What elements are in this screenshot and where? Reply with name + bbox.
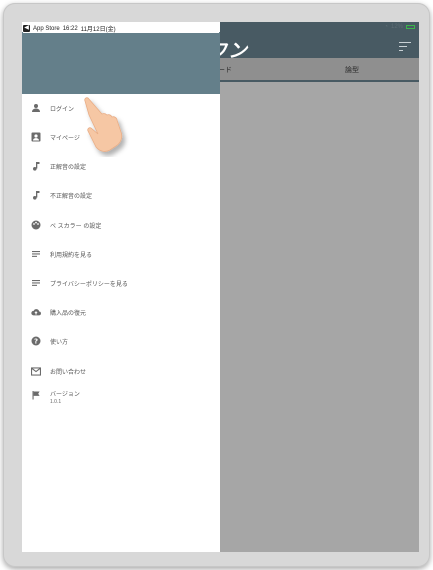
- sort-icon[interactable]: [399, 42, 411, 52]
- palette-icon: [31, 220, 41, 230]
- back-arrow-icon[interactable]: ◀: [23, 25, 30, 32]
- account-box-icon: [31, 132, 41, 142]
- menu-item-contact[interactable]: お問い合わせ: [22, 360, 220, 382]
- battery-icon: [406, 25, 415, 29]
- cloud-upload-icon: [31, 307, 41, 317]
- music-note-icon: [31, 190, 41, 200]
- menu-item-how-to-use[interactable]: ? 使い方: [22, 330, 220, 352]
- version-number: 1.0.1: [50, 399, 62, 405]
- menu-item-color-settings[interactable]: ベ スカラー の設定: [22, 214, 220, 236]
- tap-hand-icon: [80, 95, 132, 162]
- menu-item-label: 不正解音の設定: [50, 193, 93, 200]
- document-lines-icon: [31, 278, 41, 288]
- flag-icon: [31, 390, 41, 400]
- screen: ワン ード 論型 ◀ App Store 16:22 11月12日(金) ◔ 1…: [22, 22, 419, 552]
- status-time: 16:22: [62, 25, 78, 32]
- menu-item-label: 利用規約を見る: [50, 252, 93, 259]
- menu-item-label: ログイン: [50, 106, 75, 113]
- battery-percent: 12%: [390, 24, 403, 30]
- column-label: 論型: [345, 67, 359, 74]
- status-bar: ◀ App Store 16:22 11月12日(金) ◔ 12%: [22, 22, 419, 33]
- menu-item-label: お問い合わせ: [50, 369, 87, 376]
- menu-item-label: 使い方: [50, 339, 69, 346]
- person-icon: [31, 103, 41, 113]
- device-frame: ワン ード 論型 ◀ App Store 16:22 11月12日(金) ◔ 1…: [3, 3, 430, 567]
- menu-item-label: ベ スカラー の設定: [50, 223, 102, 230]
- menu-item-privacy[interactable]: プライバシーポリシーを見る: [22, 272, 220, 294]
- mail-icon: [31, 366, 41, 376]
- menu-item-label: バージョン: [50, 392, 80, 398]
- back-app-label[interactable]: App Store: [33, 26, 60, 32]
- menu-item-terms[interactable]: 利用規約を見る: [22, 243, 220, 265]
- menu-item-label: プライバシーポリシーを見る: [50, 281, 128, 288]
- menu-item-restore-purchase[interactable]: 購入品の復元: [22, 301, 220, 323]
- svg-text:?: ?: [34, 337, 38, 345]
- menu-item-version: バージョン 1.0.1: [22, 386, 220, 412]
- wifi-icon: ◔: [384, 24, 388, 30]
- menu-item-label: 正解音の設定: [50, 164, 87, 171]
- help-circle-icon: ?: [31, 336, 41, 346]
- status-date: 11月12日(金): [80, 27, 116, 33]
- music-note-icon: [31, 161, 41, 171]
- column-label: ード: [218, 67, 232, 74]
- menu-item-label: 購入品の復元: [50, 310, 87, 317]
- document-lines-icon: [31, 249, 41, 259]
- status-left: ◀ App Store 16:22 11月12日(金): [23, 24, 219, 33]
- menu-item-incorrect-sound[interactable]: 不正解音の設定: [22, 184, 220, 206]
- status-right: ◔ 12%: [384, 24, 415, 30]
- menu-item-label: マイページ: [50, 135, 80, 142]
- drawer-header: [22, 32, 220, 94]
